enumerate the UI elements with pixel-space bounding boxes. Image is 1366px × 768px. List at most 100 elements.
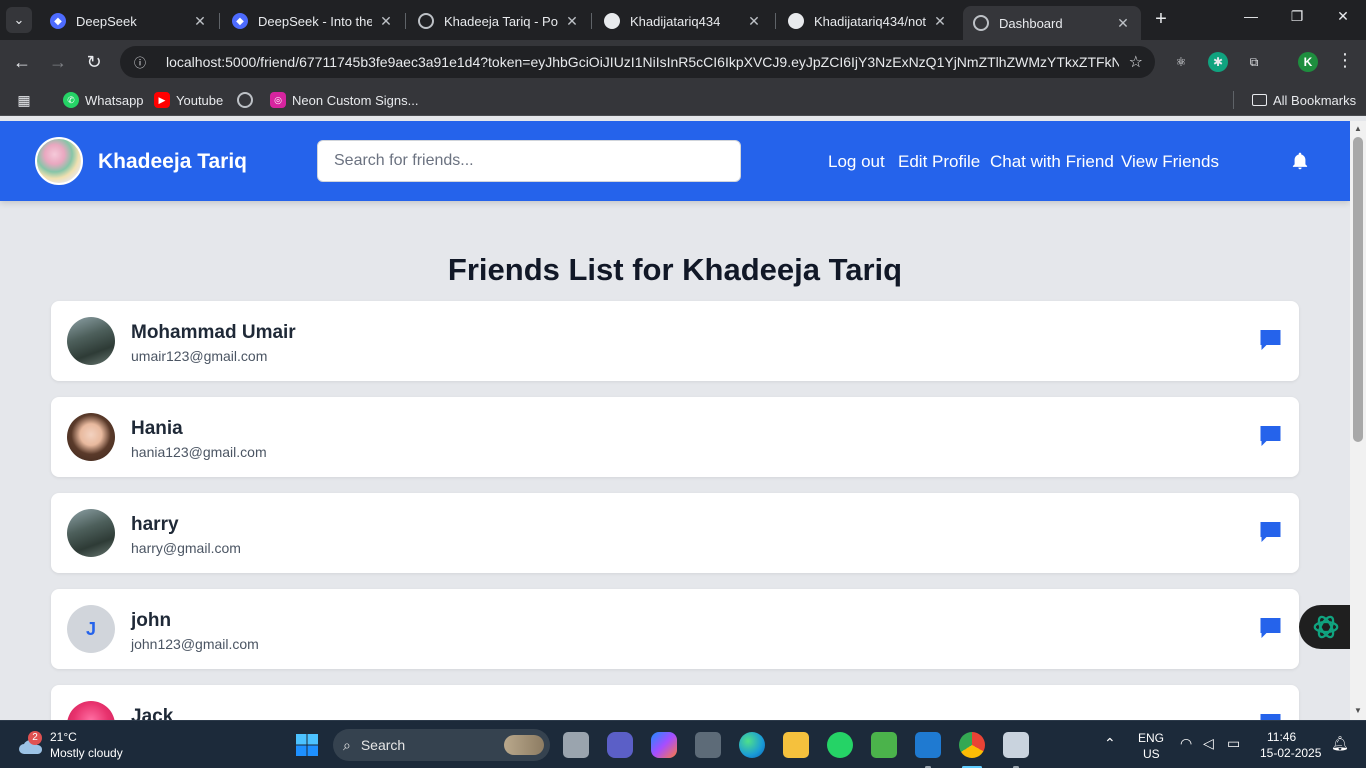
clock-date[interactable]: 15-02-2025: [1260, 746, 1321, 760]
window-close-icon[interactable]: ✕: [1328, 8, 1358, 25]
friend-card[interactable]: J john john123@gmail.com: [51, 589, 1299, 669]
browser-tab-deepseek-2[interactable]: ◆ DeepSeek - Into the U ✕: [222, 6, 404, 36]
volume-icon[interactable]: ◁: [1203, 735, 1214, 752]
weather-widget[interactable]: 2 21°C Mostly cloudy: [16, 727, 146, 763]
friend-card[interactable]: Jack: [51, 685, 1299, 720]
site-navbar: Khadeeja Tariq Log out Edit Profile Chat…: [0, 121, 1350, 201]
bookmark-globe[interactable]: [237, 90, 259, 110]
friend-card[interactable]: Hania hania123@gmail.com: [51, 397, 1299, 477]
teams-icon[interactable]: [607, 732, 633, 758]
extensions-icon[interactable]: ⧉: [1244, 52, 1264, 72]
restore-icon[interactable]: ❐: [1282, 8, 1312, 25]
friend-name: harry: [131, 514, 179, 535]
chatgpt-extension-icon[interactable]: ✱: [1208, 52, 1228, 72]
browser-menu-icon[interactable]: ⋮: [1336, 50, 1354, 71]
scroll-down-arrow[interactable]: ▼: [1354, 706, 1362, 715]
reload-button[interactable]: ↻: [82, 50, 106, 74]
friend-card[interactable]: Mohammad Umair umair123@gmail.com: [51, 301, 1299, 381]
scrollbar-thumb[interactable]: [1353, 137, 1363, 442]
nav-logout[interactable]: Log out: [828, 152, 885, 172]
nav-edit-profile[interactable]: Edit Profile: [898, 152, 980, 172]
spreadsheet-app-icon[interactable]: [871, 732, 897, 758]
wifi-icon[interactable]: ◠: [1180, 735, 1192, 752]
bookmark-youtube[interactable]: ▶ Youtube: [154, 90, 223, 110]
back-button[interactable]: ←: [10, 50, 34, 74]
chat-icon[interactable]: [1258, 616, 1283, 640]
profile-logo[interactable]: [35, 137, 83, 185]
nav-chat-with-friend[interactable]: Chat with Friend: [990, 152, 1114, 172]
bookmark-star-icon[interactable]: ☆: [1129, 52, 1143, 72]
file-explorer-icon[interactable]: [783, 732, 809, 758]
tab-label: Dashboard: [999, 15, 1063, 31]
github-icon: [788, 13, 804, 29]
brand-name[interactable]: Khadeeja Tariq: [98, 150, 247, 174]
browser-tab-portfolio[interactable]: Khadeeja Tariq - Portf ✕: [408, 6, 590, 36]
chat-icon[interactable]: [1258, 520, 1283, 544]
chrome-icon[interactable]: [959, 732, 985, 758]
new-tab-button[interactable]: +: [1150, 8, 1172, 30]
friend-avatar: [67, 317, 115, 365]
whatsapp-icon[interactable]: [827, 732, 853, 758]
react-devtools-icon[interactable]: ⚛: [1171, 52, 1191, 72]
weather-badge: 2: [28, 731, 42, 745]
language-code[interactable]: ENG: [1138, 731, 1164, 745]
close-icon[interactable]: ✕: [1115, 15, 1131, 32]
bell-icon[interactable]: [1290, 151, 1310, 171]
all-bookmarks-label: All Bookmarks: [1273, 92, 1357, 108]
forward-button[interactable]: →: [46, 50, 70, 74]
globe-icon: [418, 13, 434, 29]
tab-label: Khadeeja Tariq - Portf: [444, 13, 558, 29]
battery-icon[interactable]: ▭: [1227, 735, 1240, 752]
minimize-icon[interactable]: —: [1236, 8, 1266, 24]
tray-overflow-icon[interactable]: ⌃: [1104, 735, 1116, 752]
close-icon[interactable]: ✕: [932, 13, 948, 30]
profile-avatar[interactable]: K: [1298, 52, 1318, 72]
url-text[interactable]: localhost:5000/friend/67711745b3fe9aec3a…: [166, 54, 1119, 70]
browser-tab-github[interactable]: Khadijatariq434 ✕: [594, 6, 772, 36]
copilot-icon[interactable]: [651, 732, 677, 758]
chat-icon[interactable]: [1258, 424, 1283, 448]
browser-tab-bar: ⌄ ◆ DeepSeek ✕ ◆ DeepSeek - Into the U ✕…: [0, 0, 1366, 40]
nav-view-friends[interactable]: View Friends: [1121, 152, 1219, 172]
edge-icon[interactable]: [739, 732, 765, 758]
page-viewport: Khadeeja Tariq Log out Edit Profile Chat…: [0, 121, 1350, 720]
windows-start-icon[interactable]: [296, 734, 318, 756]
browser-tab-github-notes[interactable]: Khadijatariq434/note ✕: [778, 6, 958, 36]
taskbar-search[interactable]: ⌕ Search: [333, 729, 550, 761]
friend-avatar: [67, 413, 115, 461]
friend-email: umair123@gmail.com: [131, 348, 268, 364]
chat-icon[interactable]: [1258, 328, 1283, 352]
notification-bell-icon[interactable]: 🔔︎: [1331, 735, 1349, 752]
ai-assistant-button[interactable]: [1299, 605, 1350, 649]
page-scrollbar[interactable]: ▲ ▼: [1350, 121, 1366, 720]
close-icon[interactable]: ✕: [564, 13, 580, 30]
weather-condition: Mostly cloudy: [50, 746, 123, 760]
friend-card[interactable]: harry harry@gmail.com: [51, 493, 1299, 573]
friend-name: Jack: [131, 706, 174, 720]
browser-tab-deepseek[interactable]: ◆ DeepSeek ✕: [40, 6, 218, 36]
friend-avatar: [67, 701, 115, 720]
tab-search-button[interactable]: ⌄: [6, 7, 32, 33]
close-icon[interactable]: ✕: [746, 13, 762, 30]
friend-search-input[interactable]: [317, 140, 741, 182]
site-info-icon[interactable]: ⓘ: [132, 54, 148, 70]
snipping-tool-icon[interactable]: [1003, 732, 1029, 758]
windows-taskbar: 2 21°C Mostly cloudy ⌕ Search ⌃ ENG US ◠…: [0, 720, 1366, 768]
close-icon[interactable]: ✕: [378, 13, 394, 30]
apps-icon[interactable]: ▦: [16, 90, 38, 110]
browser-tab-dashboard[interactable]: Dashboard ✕: [963, 6, 1141, 40]
vscode-icon[interactable]: [915, 732, 941, 758]
all-bookmarks[interactable]: All Bookmarks: [1252, 90, 1356, 110]
chat-icon[interactable]: [1258, 712, 1283, 720]
clock-time[interactable]: 11:46: [1267, 730, 1296, 744]
bookmark-label: Neon Custom Signs...: [292, 92, 419, 108]
task-view-icon[interactable]: [563, 732, 589, 758]
app-icon[interactable]: [695, 732, 721, 758]
scroll-up-arrow[interactable]: ▲: [1354, 124, 1362, 133]
bookmark-neon-signs[interactable]: ◎ Neon Custom Signs...: [270, 90, 418, 110]
bookmark-whatsapp[interactable]: ✆ Whatsapp: [63, 90, 144, 110]
language-region[interactable]: US: [1143, 747, 1160, 761]
close-icon[interactable]: ✕: [192, 13, 208, 30]
friend-name: Mohammad Umair: [131, 322, 296, 343]
address-bar[interactable]: ⓘ localhost:5000/friend/67711745b3fe9aec…: [120, 46, 1155, 78]
